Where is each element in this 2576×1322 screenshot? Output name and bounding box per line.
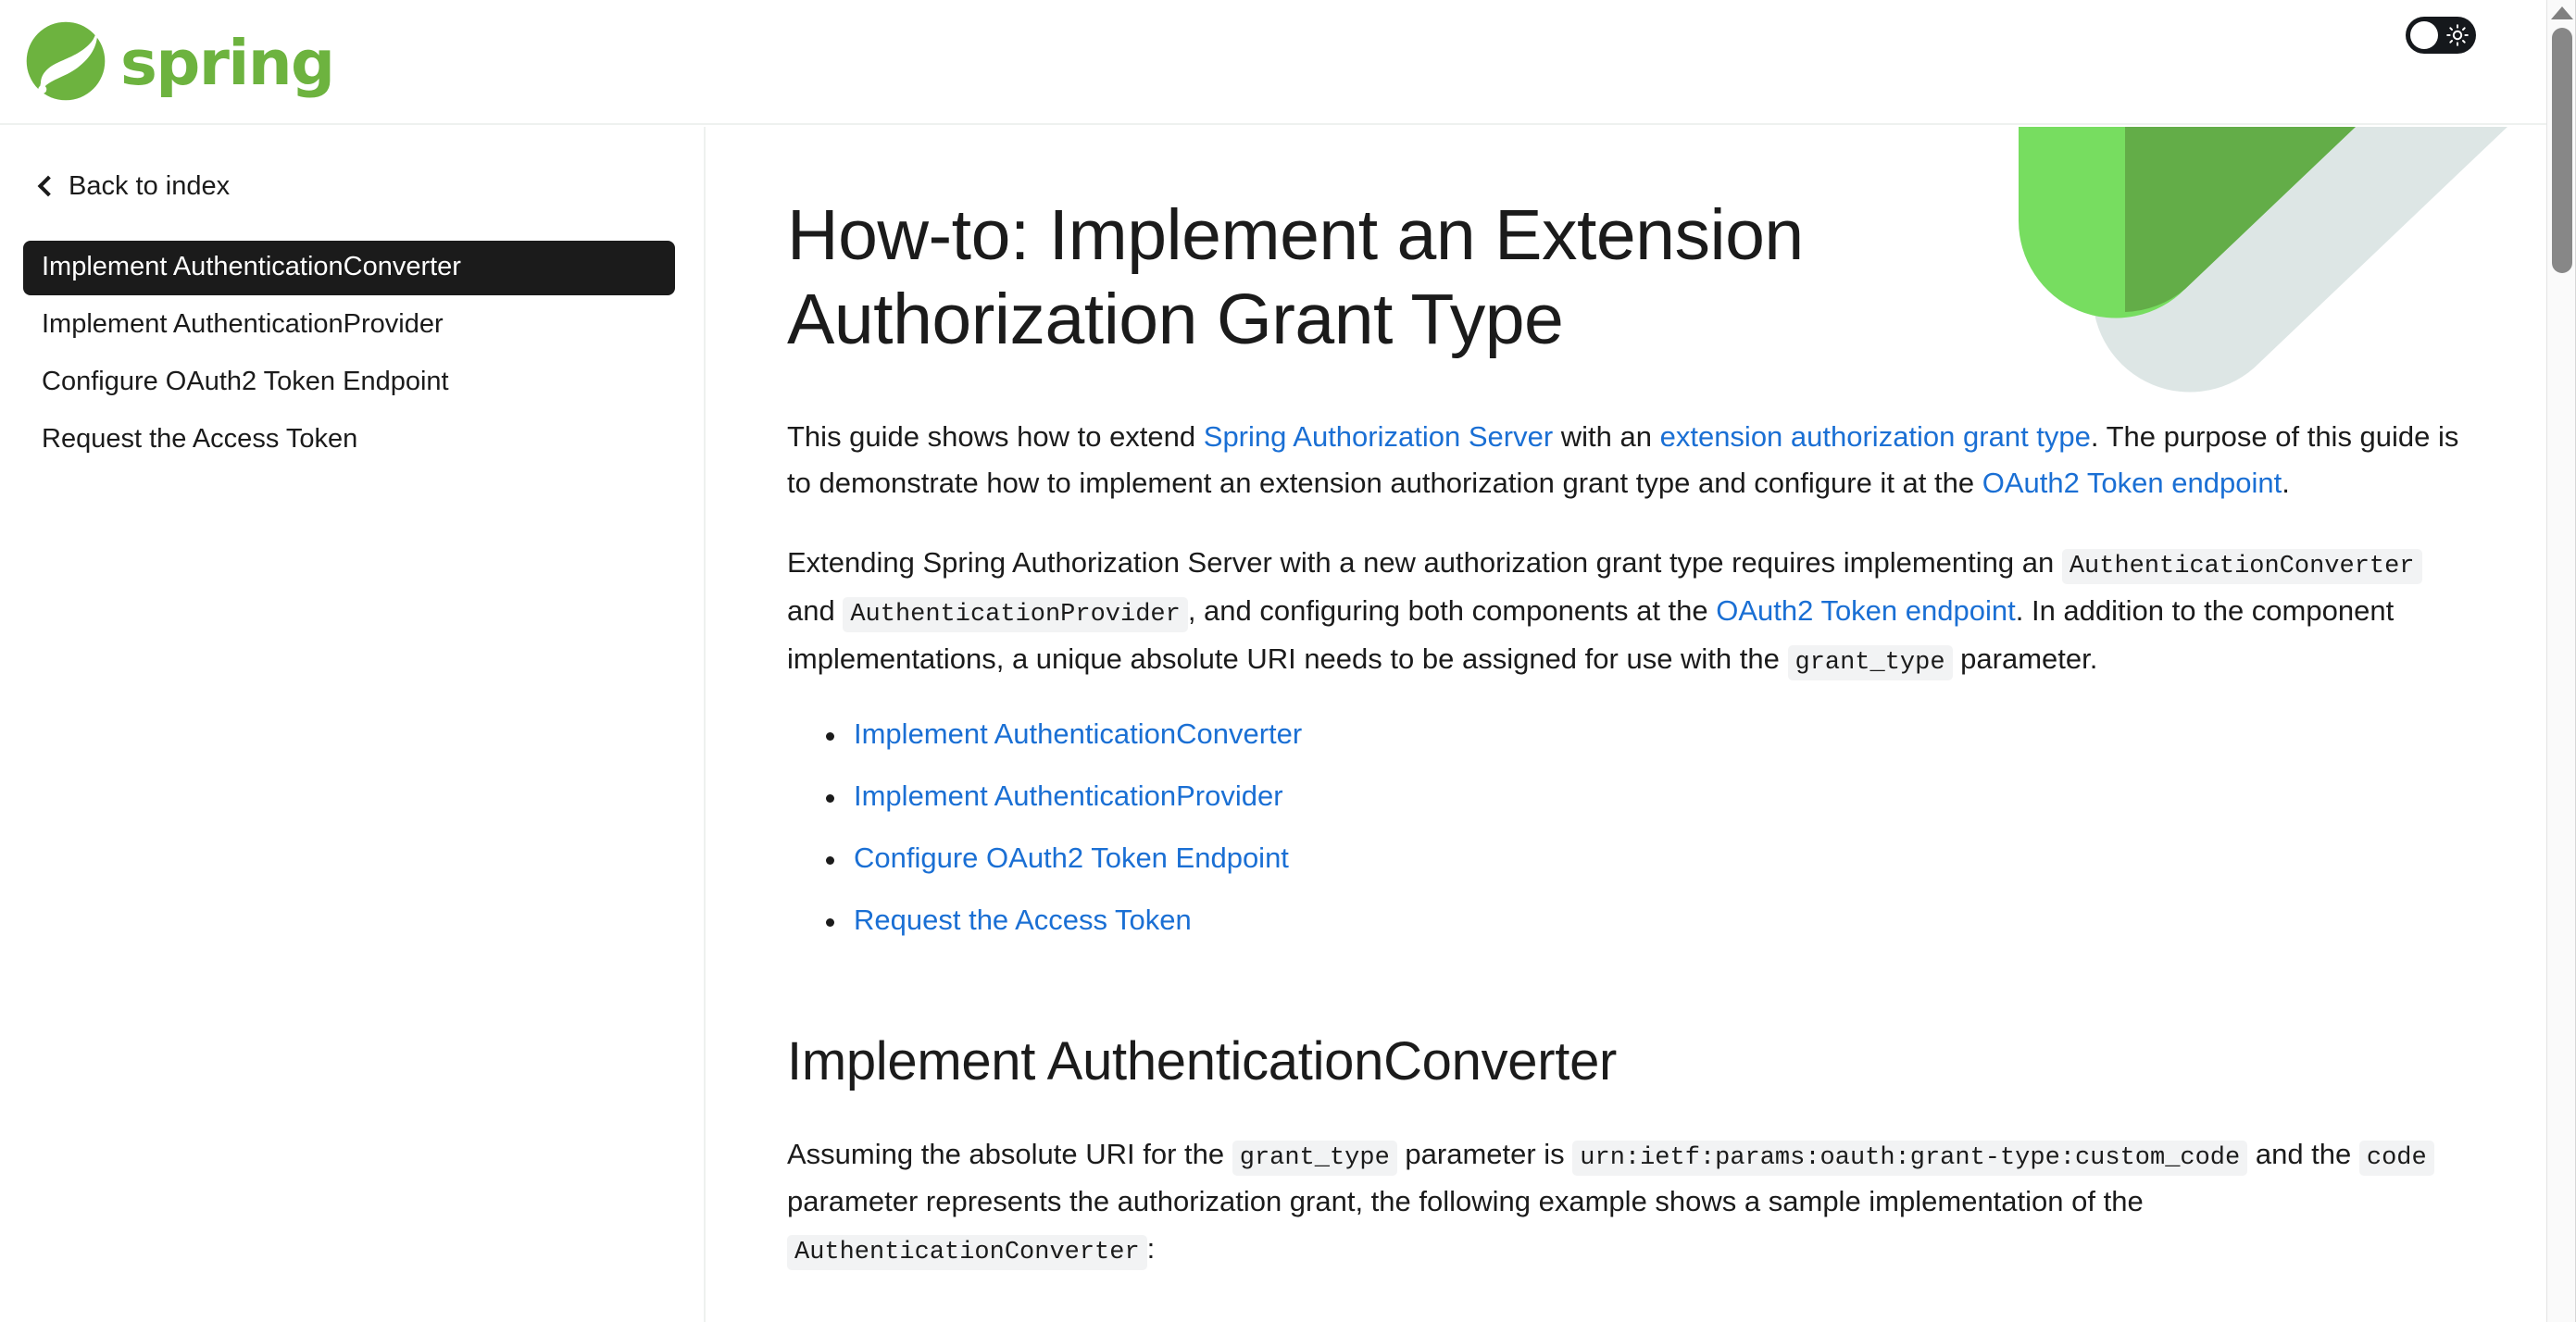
page-title: How-to: Implement an Extension Authoriza… bbox=[787, 195, 1804, 359]
intro-text-a: This guide shows how to extend bbox=[787, 419, 1204, 453]
link-spring-authorization-server[interactable]: Spring Authorization Server bbox=[1204, 420, 1553, 453]
toc-link-request-the-access-token[interactable]: Request the Access Token bbox=[854, 904, 1192, 936]
toc-link-implement-authenticationconverter[interactable]: Implement AuthenticationConverter bbox=[854, 717, 1302, 750]
section1-text-b: parameter is bbox=[1396, 1137, 1573, 1170]
sidebar-list-item: Implement AuthenticationConverter bbox=[0, 241, 704, 295]
section1-text-a: Assuming the absolute URI for the bbox=[787, 1137, 1232, 1170]
site-header: spring bbox=[0, 0, 2546, 125]
inline-code-custom-grant-uri: urn:ietf:params:oauth:grant-type:custom_… bbox=[1572, 1140, 2248, 1176]
link-oauth2-token-endpoint-1[interactable]: OAuth2 Token endpoint bbox=[1982, 467, 2282, 499]
sidebar-nav: Back to index Implement AuthenticationCo… bbox=[0, 127, 706, 1322]
list-item: Configure OAuth2 Token Endpoint bbox=[826, 841, 2463, 876]
overview-text-e: parameter. bbox=[1952, 642, 2098, 675]
spring-logo-wordmark: spring bbox=[120, 26, 335, 99]
overview-text-a: Extending Spring Authorization Server wi… bbox=[787, 546, 2062, 580]
inline-code-authenticationconverter-1: AuthenticationConverter bbox=[2061, 549, 2422, 585]
section-heading-implement-authenticationconverter: Implement AuthenticationConverter bbox=[787, 1030, 1618, 1091]
triangle-up-icon[interactable] bbox=[2550, 6, 2573, 19]
chevron-left-icon bbox=[37, 175, 59, 197]
sidebar-item-implement-authenticationconverter[interactable]: Implement AuthenticationConverter bbox=[23, 241, 675, 295]
list-item: Implement AuthenticationConverter bbox=[826, 717, 2463, 752]
list-item: Implement AuthenticationProvider bbox=[826, 779, 2463, 814]
overview-paragraph: Extending Spring Authorization Server wi… bbox=[787, 540, 2463, 683]
main-content: How-to: Implement an Extension Authoriza… bbox=[707, 127, 2546, 1322]
sidebar-list-item: Implement AuthenticationProvider bbox=[0, 298, 704, 353]
sidebar-item-request-the-access-token[interactable]: Request the Access Token bbox=[23, 413, 675, 468]
link-oauth2-token-endpoint-2[interactable]: OAuth2 Token endpoint bbox=[1716, 594, 2015, 627]
table-of-contents: Implement AuthenticationConverter Implem… bbox=[787, 717, 2463, 937]
intro-text-d: . bbox=[2282, 466, 2290, 499]
intro-paragraph: This guide shows how to extend Spring Au… bbox=[787, 414, 2463, 506]
sidebar-list-item: Configure OAuth2 Token Endpoint bbox=[0, 355, 704, 410]
section1-text-e: : bbox=[1146, 1231, 1156, 1265]
spring-logo[interactable]: spring bbox=[24, 11, 335, 111]
theme-toggle-knob bbox=[2410, 21, 2438, 49]
sun-icon bbox=[2446, 24, 2469, 46]
inline-code-grant-type-1: grant_type bbox=[1787, 644, 1953, 680]
back-to-index-link[interactable]: Back to index bbox=[37, 171, 231, 202]
page-scrollbar[interactable] bbox=[2546, 0, 2576, 1322]
toc-link-implement-authenticationprovider[interactable]: Implement AuthenticationProvider bbox=[854, 779, 1283, 812]
list-item: Request the Access Token bbox=[826, 903, 2463, 938]
toc-link-configure-oauth2-token-endpoint[interactable]: Configure OAuth2 Token Endpoint bbox=[854, 842, 1289, 874]
sidebar-list-item: Request the Access Token bbox=[0, 413, 704, 468]
inline-code-authenticationconverter-2: AuthenticationConverter bbox=[787, 1234, 1147, 1270]
overview-text-c: , and configuring both components at the bbox=[1187, 593, 1717, 627]
link-extension-authorization-grant-type[interactable]: extension authorization grant type bbox=[1660, 420, 2091, 453]
sidebar-item-implement-authenticationprovider[interactable]: Implement AuthenticationProvider bbox=[23, 298, 675, 353]
back-to-index-label: Back to index bbox=[69, 171, 231, 201]
sidebar-item-list: Implement AuthenticationConverter Implem… bbox=[0, 241, 704, 468]
section1-text-d: parameter represents the authorization g… bbox=[787, 1185, 2144, 1218]
section1-text-c: and the bbox=[2247, 1137, 2359, 1170]
section1-paragraph: Assuming the absolute URI for the grant_… bbox=[787, 1131, 2463, 1274]
page-root: spring Back to index Implement Authentic… bbox=[0, 0, 2576, 1322]
theme-toggle-button[interactable] bbox=[2406, 17, 2476, 54]
scrollbar-thumb[interactable] bbox=[2552, 28, 2572, 273]
overview-text-b: and bbox=[787, 593, 844, 627]
intro-text-b: with an bbox=[1553, 419, 1660, 453]
inline-code-grant-type-2: grant_type bbox=[1232, 1140, 1397, 1176]
spring-leaf-logo-icon bbox=[26, 21, 106, 101]
inline-code-authenticationprovider: AuthenticationProvider bbox=[843, 596, 1188, 632]
inline-code-code-param: code bbox=[2358, 1140, 2434, 1176]
sidebar-item-configure-oauth2-token-endpoint[interactable]: Configure OAuth2 Token Endpoint bbox=[23, 355, 675, 410]
